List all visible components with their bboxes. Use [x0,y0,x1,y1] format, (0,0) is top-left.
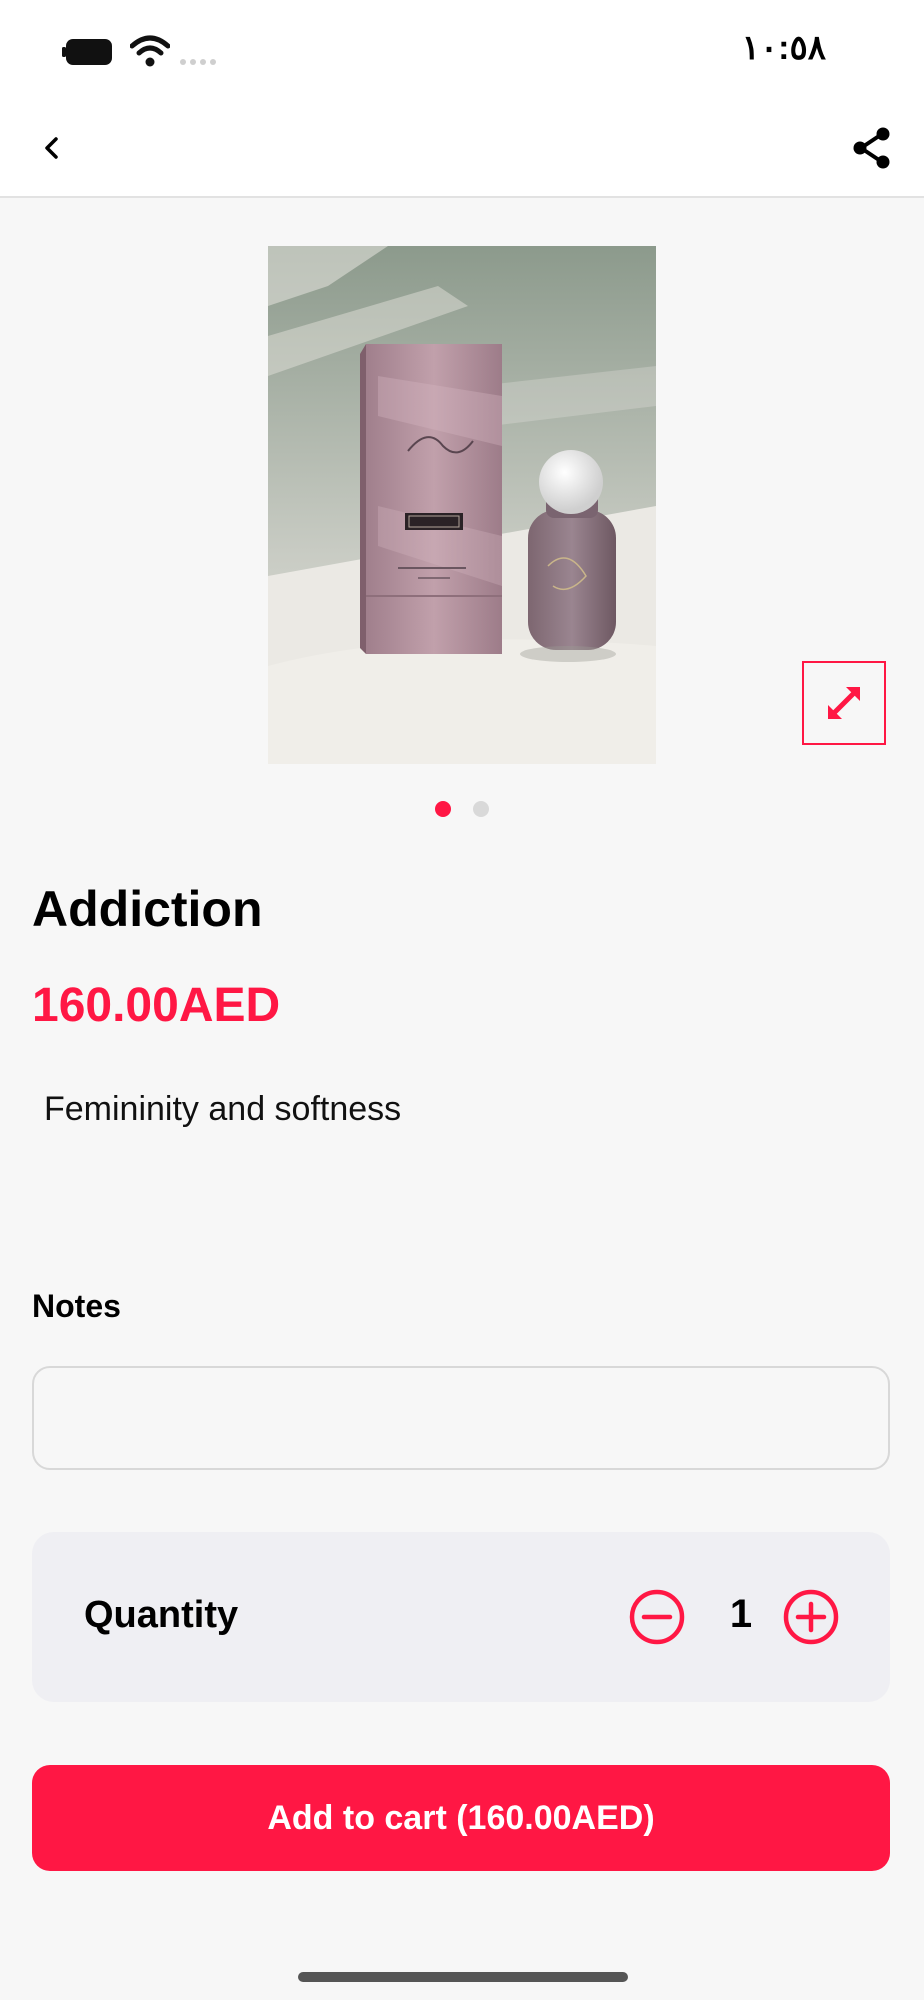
share-button[interactable] [846,122,898,174]
notes-label: Notes [32,1288,121,1324]
carousel-dot-1[interactable] [435,801,451,817]
product-title: Addiction [32,881,263,937]
product-image[interactable] [268,246,656,764]
chevron-left-icon [45,137,58,159]
decrease-quantity-button[interactable] [628,1588,686,1646]
status-time: ١٠:٥٨ [741,29,826,67]
expand-image-button[interactable] [802,661,886,745]
home-indicator[interactable] [298,1972,628,1982]
nav-bar [0,100,924,198]
status-bar: ١٠:٥٨ [0,0,924,100]
quantity-stepper: Quantity 1 [32,1532,890,1702]
product-description: Femininity and softness [44,1090,402,1128]
product-price: 160.00AED [32,979,281,1032]
wifi-icon [130,35,170,67]
notes-input[interactable] [32,1366,890,1470]
plus-circle-icon [783,1589,839,1645]
battery-icon [62,39,112,65]
perfume-photo [268,246,656,764]
carousel-dot-2[interactable] [473,801,489,817]
expand-icon [828,687,860,719]
increase-quantity-button[interactable] [782,1588,840,1646]
quantity-value: 1 [729,1592,753,1636]
signal-icon [180,52,220,70]
minus-circle-icon [629,1589,685,1645]
back-button[interactable] [28,124,76,172]
add-to-cart-button[interactable]: Add to cart (160.00AED) [32,1765,890,1871]
share-icon [853,127,890,169]
quantity-label: Quantity [84,1594,239,1636]
carousel-indicator [435,801,489,817]
